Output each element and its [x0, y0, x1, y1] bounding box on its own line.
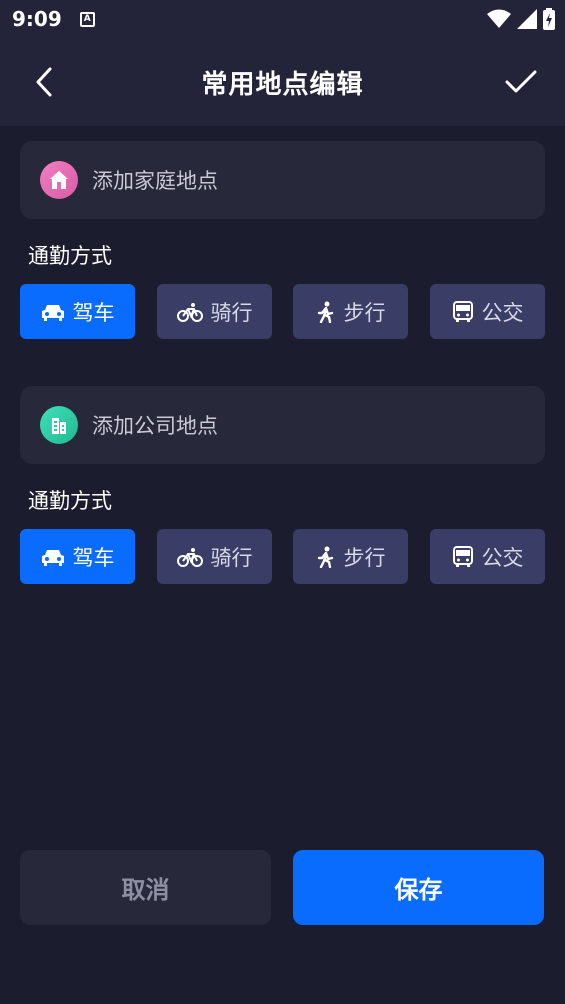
mode-label: 步行: [343, 545, 386, 570]
check-icon: [505, 70, 537, 93]
company-commute-modes: 驾车 骑行 步行 公交: [20, 529, 545, 584]
add-company-location-label: 添加公司地点: [92, 414, 218, 438]
bike-icon: [176, 547, 203, 567]
status-bar: 9:09 A: [0, 0, 565, 38]
signal-icon: [517, 9, 537, 29]
home-mode-bus-button[interactable]: 公交: [430, 284, 545, 339]
company-commute-label: 通勤方式: [28, 489, 112, 513]
bike-icon: [176, 302, 203, 322]
a-badge-icon: A: [79, 11, 95, 27]
mode-label: 驾车: [72, 545, 115, 570]
company-mode-drive-button[interactable]: 驾车: [20, 529, 135, 584]
page-title: 常用地点编辑: [201, 70, 364, 100]
walk-icon: [317, 546, 333, 568]
status-icons: [487, 8, 555, 30]
car-icon: [41, 549, 64, 566]
home-commute-modes: 驾车 骑行 步行 公交: [20, 284, 545, 339]
battery-icon: [543, 8, 555, 30]
add-home-location-card[interactable]: 添加家庭地点: [20, 141, 545, 219]
mode-label: 骑行: [210, 545, 253, 570]
mode-label: 公交: [481, 300, 524, 325]
bus-icon: [452, 545, 473, 567]
home-mode-walk-button[interactable]: 步行: [293, 284, 408, 339]
mode-label: 公交: [481, 545, 524, 570]
mode-label: 驾车: [72, 300, 115, 325]
confirm-button[interactable]: [501, 64, 541, 100]
company-mode-bike-button[interactable]: 骑行: [157, 529, 272, 584]
cancel-button[interactable]: 取消: [20, 850, 271, 925]
home-mode-bike-button[interactable]: 骑行: [157, 284, 272, 339]
company-mode-walk-button[interactable]: 步行: [293, 529, 408, 584]
home-icon: [40, 161, 78, 199]
mode-label: 骑行: [210, 300, 253, 325]
app-bar: 常用地点编辑: [0, 38, 565, 126]
car-icon: [41, 304, 64, 321]
home-mode-drive-button[interactable]: 驾车: [20, 284, 135, 339]
save-button[interactable]: 保存: [293, 850, 544, 925]
wifi-icon: [487, 9, 511, 28]
company-mode-bus-button[interactable]: 公交: [430, 529, 545, 584]
mode-label: 步行: [343, 300, 386, 325]
bus-icon: [452, 300, 473, 322]
home-commute-label: 通勤方式: [28, 244, 112, 268]
building-icon: [40, 406, 78, 444]
add-company-location-card[interactable]: 添加公司地点: [20, 386, 545, 464]
status-time: 9:09: [12, 7, 62, 31]
walk-icon: [317, 301, 333, 323]
add-home-location-label: 添加家庭地点: [92, 169, 218, 193]
